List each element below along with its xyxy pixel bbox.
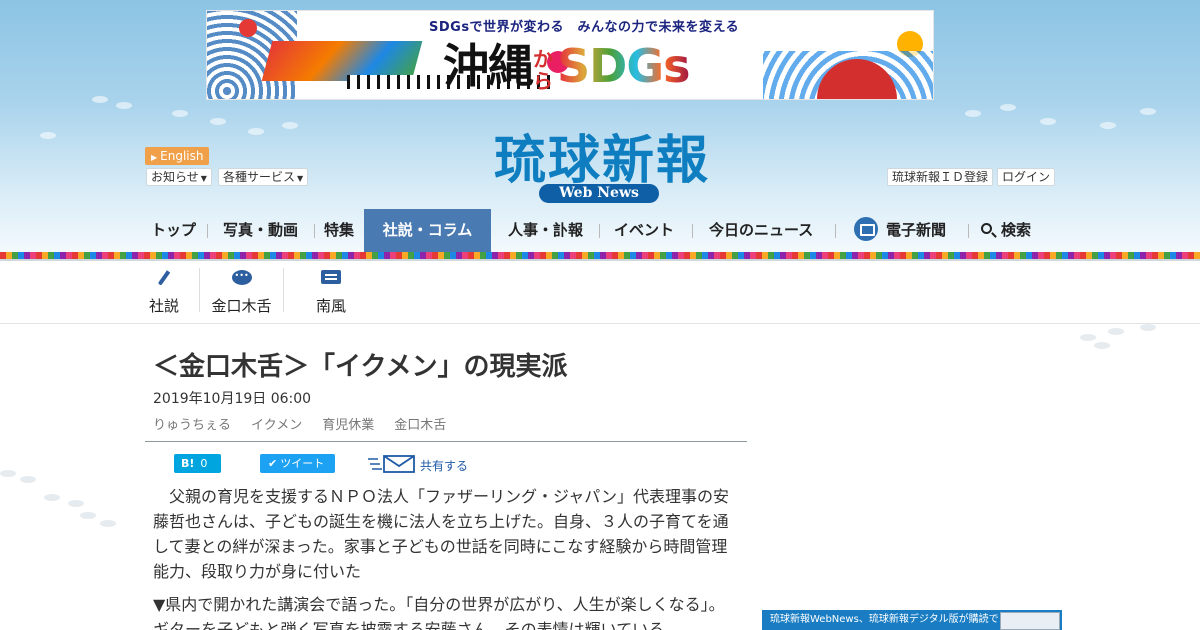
fish-decoration xyxy=(210,118,226,125)
nav-search-label: 検索 xyxy=(1001,221,1032,239)
services-dropdown[interactable]: 各種サービス ▼ xyxy=(218,168,309,186)
subnav-haebaru-label: 南風 xyxy=(315,297,346,315)
article-body: 父親の育児を支援するＮＰＯ法人「ファザーリング・ジャパン」代表理事の安藤哲也さん… xyxy=(153,484,733,630)
tag-link[interactable]: 金口木舌 xyxy=(394,418,446,433)
nav-top[interactable]: トップ xyxy=(151,209,196,252)
english-label: English xyxy=(160,149,204,163)
fish-decoration xyxy=(116,102,132,109)
nav-divider xyxy=(835,224,836,238)
e-newspaper-icon xyxy=(854,216,878,241)
fish-decoration xyxy=(68,500,84,507)
side-ad[interactable]: 琉球新報WebNews、琉球新報デジタル版が購読できる xyxy=(762,610,1062,630)
tag-link[interactable]: イクメン xyxy=(251,418,302,433)
article-paragraph: 父親の育児を支援するＮＰＯ法人「ファザーリング・ジャパン」代表理事の安藤哲也さん… xyxy=(153,487,730,581)
share-label[interactable]: 共有する xyxy=(420,457,468,474)
banner-title: 沖縄から SDGs xyxy=(443,35,690,97)
hatena-bookmark-button[interactable]: B! 0 xyxy=(174,454,221,473)
main-nav: トップ 写真・動画 特集 社説・コラム 人事・訃報 イベント 今日のニュース 電… xyxy=(145,209,1065,252)
subnav-shasetsu[interactable]: 社説 xyxy=(145,268,183,316)
fish-decoration xyxy=(0,470,16,477)
message-icon xyxy=(321,270,341,284)
fish-decoration xyxy=(100,520,116,527)
fish-decoration xyxy=(1080,334,1096,341)
nav-divider xyxy=(207,224,208,238)
subnav-shasetsu-label: 社説 xyxy=(148,297,179,315)
hatena-bookmark-icon: B! xyxy=(181,457,195,470)
nav-photo-video[interactable]: 写真・動画 xyxy=(223,209,298,252)
fish-decoration xyxy=(1140,324,1156,331)
banner-tagline: SDGsで世界が変わる みんなの力で未来を変える xyxy=(429,20,740,35)
border-line xyxy=(0,259,1200,261)
nav-divider xyxy=(314,224,315,238)
article-divider xyxy=(145,441,747,442)
banner-title-kara: から xyxy=(533,46,553,93)
nav-e-newspaper-label: 電子新聞 xyxy=(886,221,947,239)
subnav-kinkomokuzetsu[interactable]: 金口木舌 xyxy=(204,268,279,316)
speech-bubble-icon xyxy=(231,270,252,285)
fish-decoration xyxy=(40,132,56,139)
nav-divider xyxy=(599,224,600,238)
site-logo[interactable]: 琉球新報 xyxy=(452,118,752,193)
caret-down-icon: ▼ xyxy=(200,174,207,183)
id-register-link[interactable]: 琉球新報ＩＤ登録 xyxy=(887,168,994,186)
banner-title-prefix: 沖縄 xyxy=(443,39,534,93)
caret-right-icon: ▶ xyxy=(151,153,158,162)
bingata-pattern-border xyxy=(0,252,1200,259)
subnav-divider xyxy=(199,268,200,312)
site-logo-subtitle[interactable]: Web News xyxy=(539,184,659,203)
nav-search[interactable]: 検索 xyxy=(981,209,1031,252)
subnav-kinkomokuzetsu-label: 金口木舌 xyxy=(211,297,272,315)
article-date: 2019年10月19日 06:00 xyxy=(153,391,312,407)
fish-decoration xyxy=(1094,342,1110,349)
tag-link[interactable]: 育児休業 xyxy=(322,418,374,433)
fish-decoration xyxy=(282,122,298,129)
nav-events[interactable]: イベント xyxy=(614,209,674,252)
oshirase-label: お知らせ xyxy=(151,170,199,184)
nav-e-newspaper[interactable]: 電子新聞 xyxy=(854,209,946,252)
subnav-bottom-border xyxy=(0,323,1200,324)
login-link[interactable]: ログイン xyxy=(997,168,1056,186)
subnav-haebaru[interactable]: 南風 xyxy=(308,268,354,316)
fish-decoration xyxy=(1000,104,1016,111)
article-title: ＜金口木舌＞「イクメン」の現実派 xyxy=(153,352,568,382)
twitter-bird-icon: ✔ xyxy=(268,457,278,470)
subnav-divider xyxy=(283,268,284,312)
tweet-label: ツイート xyxy=(280,457,325,470)
fish-decoration xyxy=(172,110,188,117)
article-tags: りゅうちぇる イクメン 育児休業 金口木舌 xyxy=(153,414,466,433)
fish-decoration xyxy=(20,476,36,483)
article-paragraph: ▼県内で開かれた講演会で語った。「自分の世界が広がり、人生が楽しくなる」。ギター… xyxy=(153,595,725,630)
nav-divider xyxy=(692,224,693,238)
banner-title-sdgs: SDGs xyxy=(557,39,690,93)
sdgs-banner-ad[interactable]: SDGsで世界が変わる みんなの力で未来を変える 沖縄から SDGs xyxy=(206,10,934,100)
english-button[interactable]: ▶ English xyxy=(145,147,209,165)
fish-decoration xyxy=(248,128,264,135)
side-ad-thumbnail xyxy=(1000,612,1060,630)
nav-divider xyxy=(968,224,969,238)
services-label: 各種サービス xyxy=(223,170,296,184)
fish-decoration xyxy=(92,96,108,103)
search-icon xyxy=(981,223,992,234)
pen-icon xyxy=(157,270,171,286)
tweet-button[interactable]: ✔ ツイート xyxy=(260,454,335,473)
share-envelope-icon[interactable] xyxy=(368,454,416,474)
fish-decoration xyxy=(44,494,60,501)
nav-tokushu[interactable]: 特集 xyxy=(324,209,354,252)
side-ad-text: 琉球新報WebNews、琉球新報デジタル版が購読できる xyxy=(770,614,1019,625)
caret-down-icon: ▼ xyxy=(297,174,304,183)
fish-decoration xyxy=(1100,122,1116,129)
tag-link[interactable]: りゅうちぇる xyxy=(153,418,231,433)
fish-decoration xyxy=(1108,328,1124,335)
nav-personnel-obituary[interactable]: 人事・訃報 xyxy=(508,209,583,252)
nav-editorial-column[interactable]: 社説・コラム xyxy=(364,209,491,252)
fish-decoration xyxy=(1140,108,1156,115)
oshirase-dropdown[interactable]: お知らせ ▼ xyxy=(146,168,212,186)
nav-todays-news[interactable]: 今日のニュース xyxy=(709,209,813,252)
hatena-bookmark-count: 0 xyxy=(200,457,208,470)
fish-decoration xyxy=(1040,118,1056,125)
flower-illustration xyxy=(239,19,257,37)
fish-decoration xyxy=(80,512,96,519)
fish-decoration xyxy=(965,110,981,117)
